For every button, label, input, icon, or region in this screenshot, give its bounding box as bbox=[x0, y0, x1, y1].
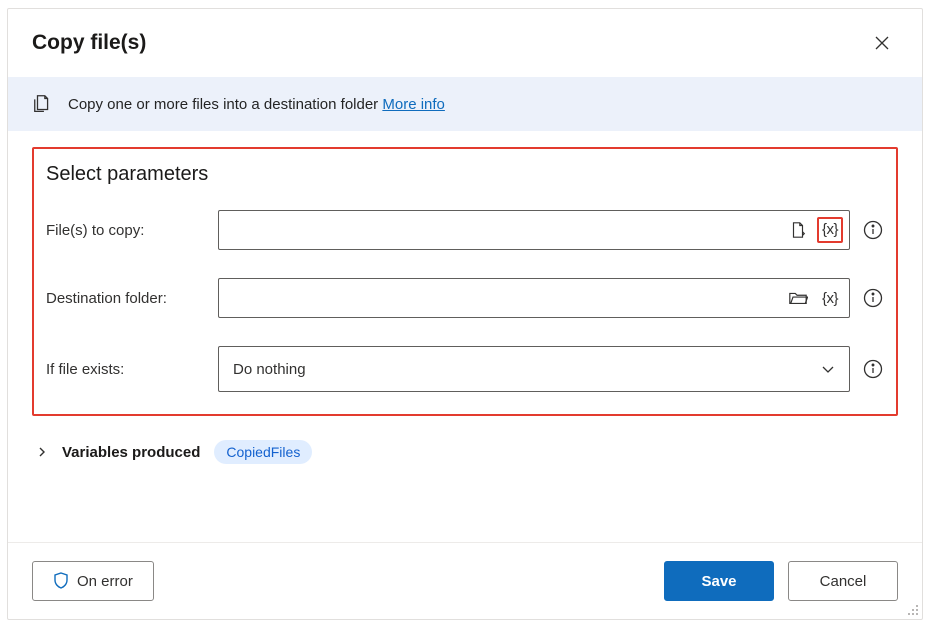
select-parameters-section: Select parameters File(s) to copy: {x} bbox=[32, 147, 898, 416]
close-icon bbox=[874, 35, 890, 51]
save-button[interactable]: Save bbox=[664, 561, 774, 601]
dialog-footer: On error Save Cancel bbox=[8, 542, 922, 619]
row-files-to-copy: File(s) to copy: {x} bbox=[46, 210, 884, 250]
copy-files-icon bbox=[32, 93, 54, 115]
save-label: Save bbox=[701, 573, 736, 590]
select-value: Do nothing bbox=[233, 361, 306, 378]
field-files-to-copy[interactable]: {x} bbox=[218, 210, 850, 250]
cancel-button[interactable]: Cancel bbox=[788, 561, 898, 601]
insert-variable-button-dest[interactable]: {x} bbox=[817, 285, 843, 311]
resize-grip-icon[interactable] bbox=[907, 604, 919, 616]
info-bar: Copy one or more files into a destinatio… bbox=[8, 77, 922, 131]
dialog-content: Select parameters File(s) to copy: {x} bbox=[8, 131, 922, 542]
folder-picker-icon bbox=[788, 289, 808, 307]
variables-produced-row[interactable]: Variables produced CopiedFiles bbox=[32, 434, 898, 464]
info-text: Copy one or more files into a destinatio… bbox=[68, 96, 445, 113]
input-destination-folder[interactable] bbox=[231, 290, 785, 307]
shield-icon bbox=[53, 572, 69, 590]
chevron-down-icon bbox=[821, 362, 835, 376]
dialog-header: Copy file(s) bbox=[8, 9, 922, 77]
info-description: Copy one or more files into a destinatio… bbox=[68, 96, 378, 113]
label-files-to-copy: File(s) to copy: bbox=[46, 222, 218, 239]
section-title: Select parameters bbox=[46, 163, 884, 186]
dialog-copy-files: Copy file(s) Copy one or more files into… bbox=[7, 8, 923, 620]
more-info-link[interactable]: More info bbox=[382, 96, 445, 113]
close-button[interactable] bbox=[866, 27, 898, 59]
info-icon bbox=[863, 359, 883, 379]
chevron-right-icon bbox=[36, 446, 48, 458]
row-if-file-exists: If file exists: Do nothing bbox=[46, 346, 884, 392]
cancel-label: Cancel bbox=[820, 573, 867, 590]
on-error-button[interactable]: On error bbox=[32, 561, 154, 601]
info-icon bbox=[863, 220, 883, 240]
select-file-button[interactable] bbox=[785, 217, 811, 243]
info-icon bbox=[863, 288, 883, 308]
info-destination-folder[interactable] bbox=[862, 287, 884, 309]
label-if-file-exists: If file exists: bbox=[46, 361, 218, 378]
field-destination-folder[interactable]: {x} bbox=[218, 278, 850, 318]
file-picker-icon bbox=[789, 221, 807, 239]
variables-produced-label: Variables produced bbox=[62, 444, 200, 461]
row-destination-folder: Destination folder: {x} bbox=[46, 278, 884, 318]
on-error-label: On error bbox=[77, 573, 133, 590]
insert-variable-button[interactable]: {x} bbox=[817, 217, 843, 243]
info-if-file-exists[interactable] bbox=[862, 358, 884, 380]
select-if-file-exists[interactable]: Do nothing bbox=[218, 346, 850, 392]
select-folder-button[interactable] bbox=[785, 285, 811, 311]
variable-pill-copiedfiles[interactable]: CopiedFiles bbox=[214, 440, 312, 464]
label-destination-folder: Destination folder: bbox=[46, 290, 218, 307]
input-files-to-copy[interactable] bbox=[231, 222, 785, 239]
info-files-to-copy[interactable] bbox=[862, 219, 884, 241]
dialog-title: Copy file(s) bbox=[32, 31, 146, 55]
